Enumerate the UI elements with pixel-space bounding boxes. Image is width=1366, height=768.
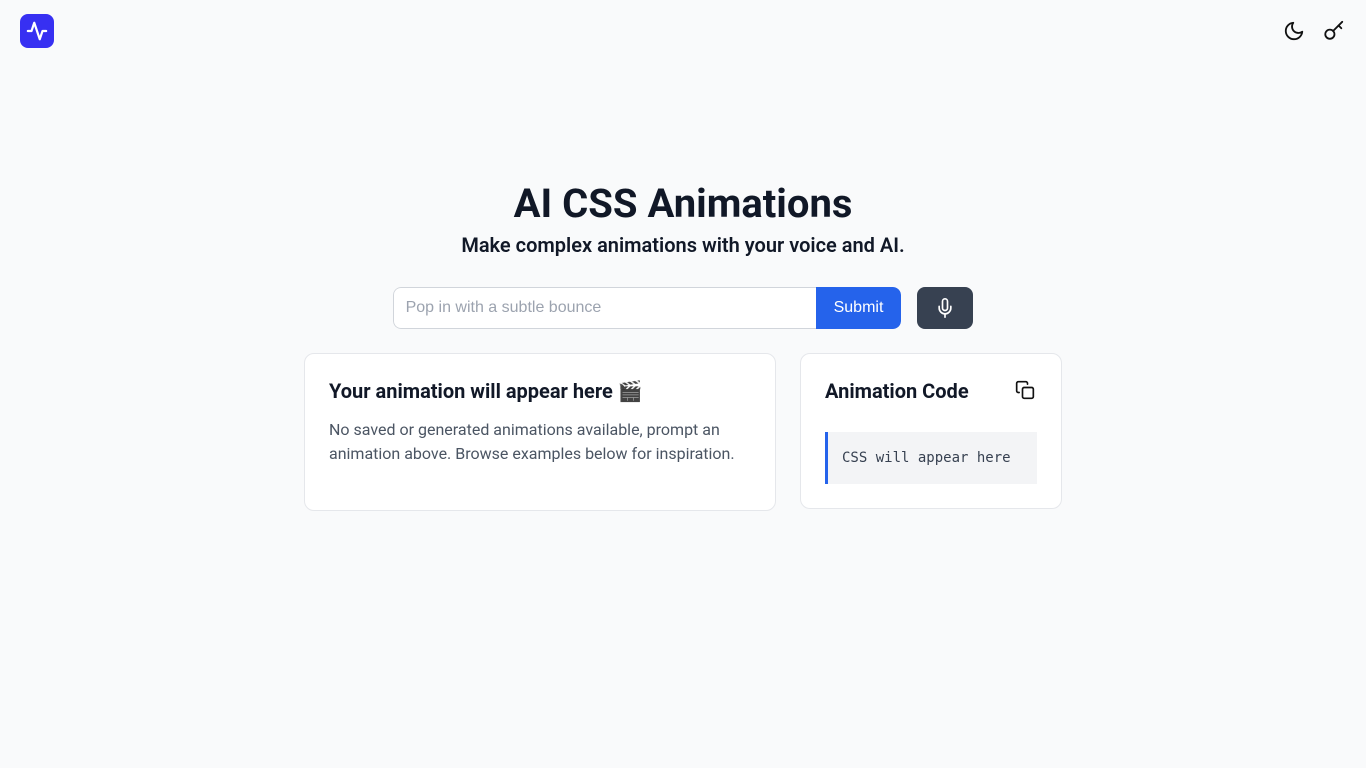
copy-code-button[interactable]	[1015, 380, 1037, 402]
prompt-input[interactable]	[393, 287, 816, 329]
page-subtitle: Make complex animations with your voice …	[461, 233, 904, 257]
theme-toggle[interactable]	[1282, 19, 1306, 43]
preview-panel-title: Your animation will appear here 🎬	[329, 378, 751, 404]
api-key-button[interactable]	[1322, 19, 1346, 43]
app-logo[interactable]	[20, 14, 54, 48]
page-title: AI CSS Animations	[514, 180, 853, 227]
code-output: CSS will appear here	[825, 432, 1037, 484]
activity-icon	[26, 20, 48, 42]
copy-icon	[1015, 380, 1035, 400]
key-icon	[1323, 20, 1345, 42]
submit-button[interactable]: Submit	[816, 287, 902, 329]
moon-icon	[1283, 20, 1305, 42]
voice-input-button[interactable]	[917, 287, 973, 329]
mic-icon	[935, 298, 955, 318]
code-panel-title: Animation Code	[825, 378, 969, 404]
code-panel: Animation Code CSS will appear here	[800, 353, 1062, 509]
preview-panel-description: No saved or generated animations availab…	[329, 418, 751, 466]
preview-panel: Your animation will appear here 🎬 No sav…	[304, 353, 776, 511]
